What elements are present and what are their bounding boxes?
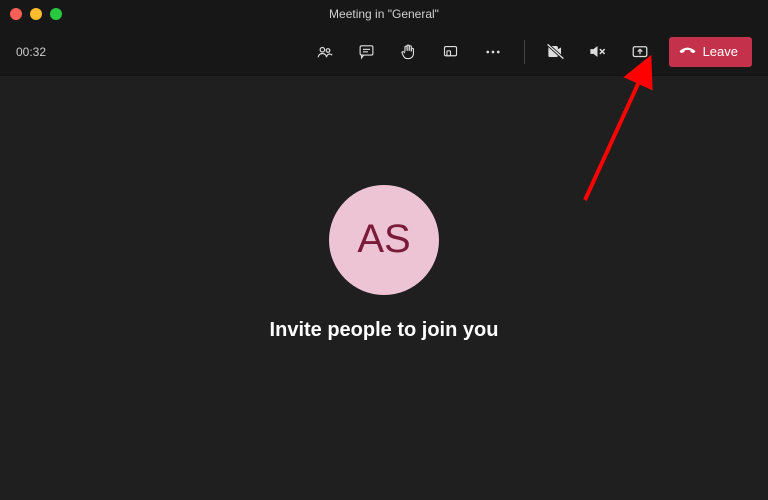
raise-hand-icon — [400, 43, 417, 60]
close-window-button[interactable] — [10, 8, 22, 20]
audio-toggle-button[interactable] — [581, 35, 615, 69]
rooms-button[interactable] — [434, 35, 468, 69]
meeting-toolbar: 00:32 — [0, 28, 768, 76]
leave-button-label: Leave — [703, 44, 738, 59]
minimize-window-button[interactable] — [30, 8, 42, 20]
ellipsis-icon — [484, 43, 502, 61]
chat-icon — [358, 43, 375, 60]
window-titlebar: Meeting in "General" — [0, 0, 768, 28]
participant-avatar: AS — [329, 185, 439, 295]
maximize-window-button[interactable] — [50, 8, 62, 20]
meeting-timer: 00:32 — [16, 45, 46, 59]
leave-button[interactable]: Leave — [669, 37, 752, 67]
more-actions-button[interactable] — [476, 35, 510, 69]
window-controls — [10, 8, 62, 20]
meeting-stage: AS Invite people to join you — [0, 76, 768, 500]
chat-button[interactable] — [350, 35, 384, 69]
share-screen-button[interactable] — [623, 35, 657, 69]
people-icon — [316, 43, 334, 61]
invite-message: Invite people to join you — [270, 319, 499, 342]
breakout-rooms-icon — [442, 43, 459, 60]
speaker-muted-icon — [588, 42, 607, 61]
avatar-initials: AS — [357, 217, 410, 262]
window-title: Meeting in "General" — [0, 7, 768, 21]
raise-hand-button[interactable] — [392, 35, 426, 69]
camera-toggle-button[interactable] — [539, 35, 573, 69]
toolbar-divider — [524, 40, 525, 64]
share-screen-icon — [631, 43, 649, 61]
camera-off-icon — [546, 42, 565, 61]
hangup-icon — [679, 43, 696, 60]
participants-button[interactable] — [308, 35, 342, 69]
